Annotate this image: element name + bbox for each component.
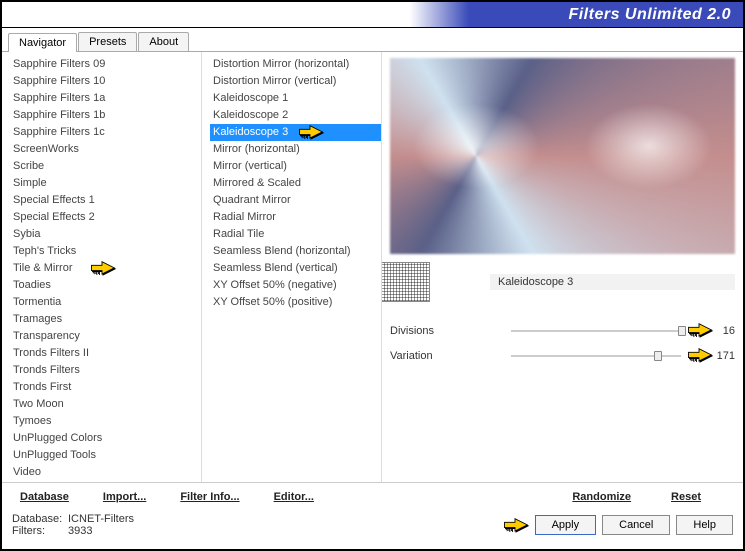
- list-item[interactable]: Kaleidoscope 1: [210, 90, 381, 107]
- list-item[interactable]: Scribe: [10, 158, 201, 175]
- link-button-row: Database Import... Filter Info... Editor...…: [2, 482, 743, 511]
- list-item[interactable]: Tile & Mirror: [10, 260, 201, 277]
- list-item[interactable]: Simple: [10, 175, 201, 192]
- list-item[interactable]: Special Effects 2: [10, 209, 201, 226]
- param-label: Variation: [390, 350, 511, 362]
- param-row: Variation 171: [390, 345, 735, 367]
- parameters: Divisions 16 Variation 171: [390, 320, 735, 370]
- list-item[interactable]: ScreenWorks: [10, 141, 201, 158]
- list-item[interactable]: Tronds First: [10, 379, 201, 396]
- list-item[interactable]: Tymoes: [10, 413, 201, 430]
- list-item[interactable]: UnPlugged Colors: [10, 430, 201, 447]
- list-item[interactable]: Sapphire Filters 1a: [10, 90, 201, 107]
- list-item[interactable]: Tronds Filters: [10, 362, 201, 379]
- list-item[interactable]: Transparency: [10, 328, 201, 345]
- list-item[interactable]: Sybia: [10, 226, 201, 243]
- param-row: Divisions 16: [390, 320, 735, 342]
- list-item[interactable]: Sapphire Filters 09: [10, 56, 201, 73]
- list-item[interactable]: Mirrored & Scaled: [210, 175, 381, 192]
- list-item[interactable]: UnPlugged Tools: [10, 447, 201, 464]
- link-filter-info[interactable]: Filter Info...: [172, 489, 247, 505]
- list-item[interactable]: Radial Tile: [210, 226, 381, 243]
- param-slider[interactable]: [511, 355, 681, 357]
- link-database[interactable]: Database: [12, 489, 77, 505]
- param-value: 171: [711, 350, 735, 362]
- param-label: Divisions: [390, 325, 511, 337]
- tab-about[interactable]: About: [138, 32, 189, 51]
- list-item[interactable]: Sapphire Filters 1b: [10, 107, 201, 124]
- list-item[interactable]: Video: [10, 464, 201, 481]
- status-bar: Database:ICNET-Filters Filters:3933 Appl…: [2, 511, 743, 541]
- preview-image: [390, 58, 735, 254]
- tab-navigator[interactable]: Navigator: [8, 33, 77, 52]
- list-item[interactable]: Mirror (horizontal): [210, 141, 381, 158]
- list-item[interactable]: XY Offset 50% (positive): [210, 294, 381, 311]
- list-item[interactable]: Radial Mirror: [210, 209, 381, 226]
- list-item[interactable]: Tormentia: [10, 294, 201, 311]
- link-reset[interactable]: Reset: [663, 489, 709, 505]
- list-item[interactable]: Kaleidoscope 2: [210, 107, 381, 124]
- main-area: Sapphire Filters 09Sapphire Filters 10Sa…: [2, 52, 743, 482]
- link-editor[interactable]: Editor...: [266, 489, 322, 505]
- status-filters-value: 3933: [68, 525, 92, 537]
- list-item[interactable]: Two Moon: [10, 396, 201, 413]
- link-import[interactable]: Import...: [95, 489, 154, 505]
- list-item[interactable]: Seamless Blend (vertical): [210, 260, 381, 277]
- status-db-label: Database:: [12, 513, 68, 525]
- status-db-value: ICNET-Filters: [68, 513, 134, 525]
- list-item[interactable]: Tramages: [10, 311, 201, 328]
- app-title: Filters Unlimited 2.0: [568, 6, 731, 24]
- help-button[interactable]: Help: [676, 515, 733, 535]
- param-value: 16: [711, 325, 735, 337]
- apply-button[interactable]: Apply: [535, 515, 597, 535]
- filter-name-row: Claudia Kaleidoscope 3: [390, 262, 735, 302]
- list-item[interactable]: Tronds Filters II: [10, 345, 201, 362]
- status-filters-label: Filters:: [12, 525, 68, 537]
- category-list[interactable]: Sapphire Filters 09Sapphire Filters 10Sa…: [2, 52, 202, 482]
- slider-thumb[interactable]: [678, 326, 686, 336]
- preview-panel: Claudia Kaleidoscope 3 Divisions 16 Variat…: [382, 52, 743, 482]
- list-item[interactable]: Seamless Blend (horizontal): [210, 243, 381, 260]
- link-randomize[interactable]: Randomize: [564, 489, 639, 505]
- list-item[interactable]: Sapphire Filters 1c: [10, 124, 201, 141]
- list-item[interactable]: Mirror (vertical): [210, 158, 381, 175]
- current-filter-name: Kaleidoscope 3: [490, 274, 735, 290]
- list-item[interactable]: Toadies: [10, 277, 201, 294]
- list-item[interactable]: Quadrant Mirror: [210, 192, 381, 209]
- tab-strip: NavigatorPresetsAbout: [2, 28, 743, 52]
- list-item[interactable]: Kaleidoscope 3: [210, 124, 381, 141]
- tab-presets[interactable]: Presets: [78, 32, 137, 51]
- list-item[interactable]: Teph's Tricks: [10, 243, 201, 260]
- list-item[interactable]: Special Effects 1: [10, 192, 201, 209]
- list-item[interactable]: Distortion Mirror (vertical): [210, 73, 381, 90]
- pointer-hand-icon: [501, 513, 529, 535]
- dialog-buttons: Apply Cancel Help: [529, 515, 733, 535]
- list-item[interactable]: Distortion Mirror (horizontal): [210, 56, 381, 73]
- slider-thumb[interactable]: [654, 351, 662, 361]
- param-slider[interactable]: [511, 330, 681, 332]
- pointer-hand-icon: [296, 120, 324, 142]
- list-item[interactable]: Sapphire Filters 10: [10, 73, 201, 90]
- pointer-hand-icon: [685, 343, 707, 365]
- pointer-hand-icon: [685, 318, 707, 340]
- filter-list[interactable]: Distortion Mirror (horizontal)Distortion…: [202, 52, 382, 482]
- cancel-button[interactable]: Cancel: [602, 515, 670, 535]
- watermark-badge: Claudia: [382, 262, 430, 302]
- pointer-hand-icon: [88, 256, 116, 278]
- title-bar: Filters Unlimited 2.0: [2, 2, 743, 28]
- list-item[interactable]: XY Offset 50% (negative): [210, 277, 381, 294]
